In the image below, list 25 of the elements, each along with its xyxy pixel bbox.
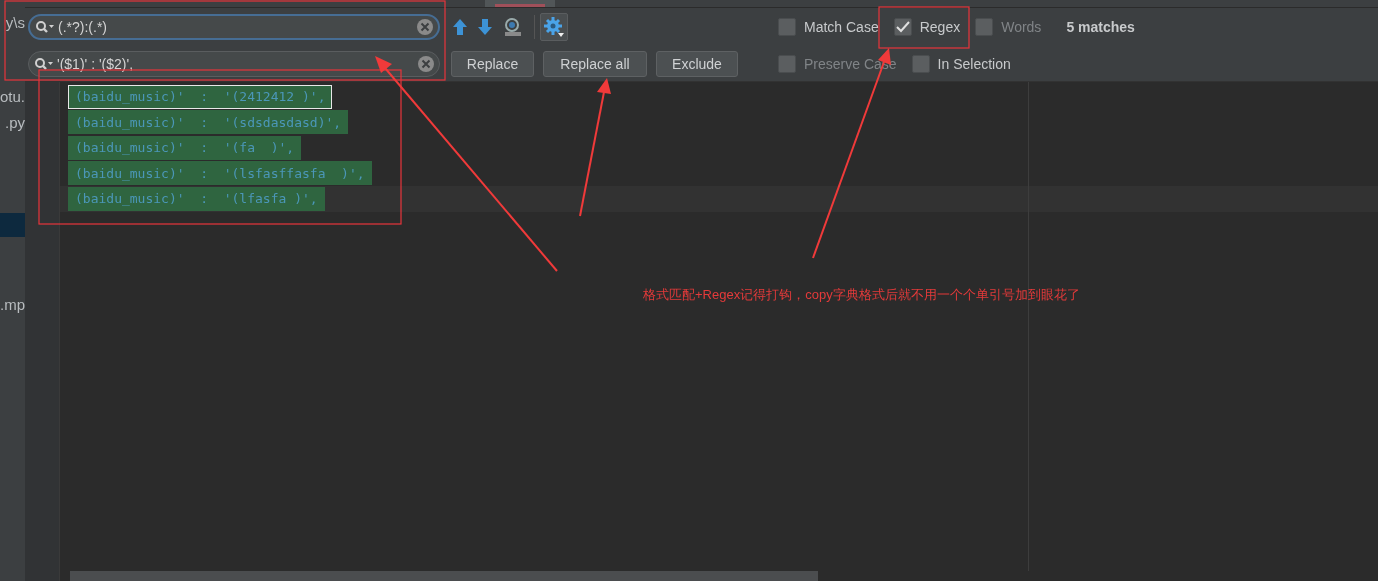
clear-icon[interactable] [416,18,434,36]
action-button[interactable]: Replace all [543,51,647,77]
arrow-up-icon[interactable] [453,19,467,35]
arrow-down-icon[interactable] [478,19,492,35]
find-all-icon[interactable] [503,17,523,37]
search-icon[interactable] [34,57,54,71]
option-label[interactable]: Regex [919,16,961,38]
file-name[interactable]: otu. [0,86,25,109]
match-count: 5 matches [1066,17,1135,37]
selection-highlight [0,213,25,237]
file-name[interactable]: y\s [5,12,25,35]
action-button[interactable]: Exclude [656,51,738,77]
checkbox[interactable] [778,18,796,36]
checkbox[interactable] [911,55,930,73]
clear-icon[interactable] [417,55,435,73]
action-button[interactable]: Replace [451,51,534,77]
replace-field[interactable]: '($1)' : '($2)', [28,51,440,77]
annotation-text: 格式匹配+Regex记得打钩，copy字典格式后就不用一个个单引号加到眼花了 [643,286,1080,304]
file-name[interactable]: .mp [0,294,25,317]
search-field[interactable]: (.*?):(.*) [28,14,440,40]
file-name[interactable]: .py [5,112,25,135]
search-icon[interactable] [35,20,55,34]
option-label[interactable]: Match Case [804,16,879,38]
option-label[interactable]: In Selection [937,53,1011,75]
scrollbar-thumb[interactable] [70,571,818,581]
